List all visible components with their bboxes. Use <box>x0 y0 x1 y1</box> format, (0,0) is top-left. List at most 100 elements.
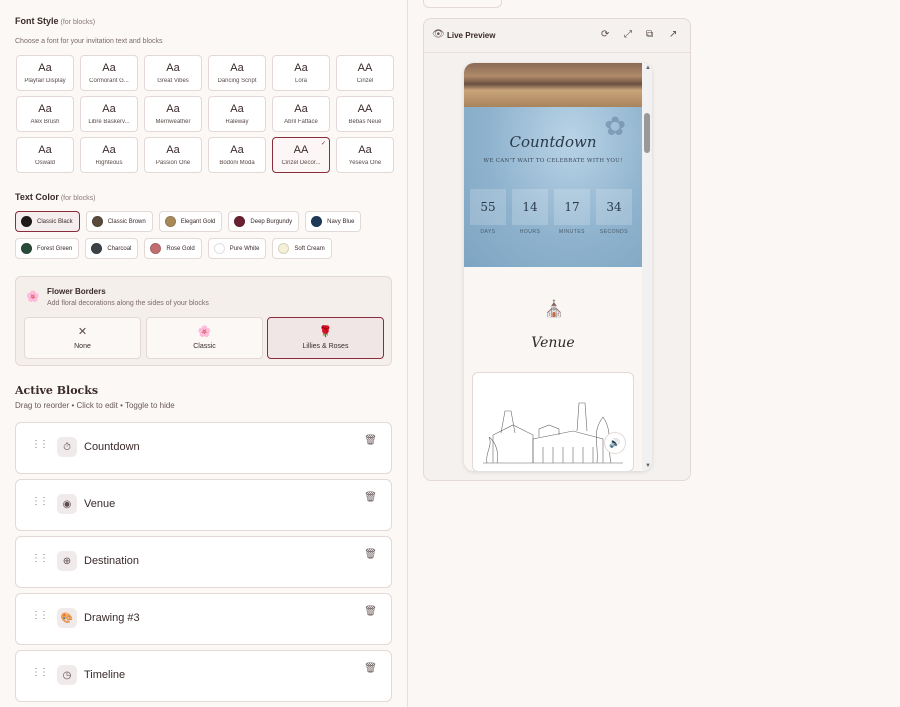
font-name: Bebas Neue <box>348 119 382 125</box>
active-block-card[interactable]: ⋮⋮ ◷ Timeline 🗑 <box>15 650 392 702</box>
countdown-label: DAYS <box>480 229 496 235</box>
drag-handle-icon[interactable]: ⋮⋮ <box>31 668 49 678</box>
flower-border-option[interactable]: 🌹 Lillies & Roses <box>267 317 384 359</box>
eye-icon: 👁 <box>432 29 445 40</box>
drag-handle-icon[interactable]: ⋮⋮ <box>31 554 49 564</box>
venue-sketch-image <box>472 372 634 471</box>
trash-icon[interactable]: 🗑 <box>364 549 377 560</box>
beach-header-image <box>464 63 642 107</box>
font-option-card[interactable]: Aa Righteous <box>80 137 138 173</box>
preview-scrollbar[interactable]: ▲ ▼ <box>642 63 652 471</box>
color-option-chip[interactable]: Elegant Gold <box>158 211 223 232</box>
font-sample: Aa <box>102 62 116 74</box>
phone-preview[interactable]: ✿ Countdown WE CAN'T WAIT TO CELEBRATE W… <box>464 63 652 471</box>
font-option-card[interactable]: Aa Bodoni Moda <box>208 137 266 173</box>
color-option-chip[interactable]: Classic Brown <box>85 211 153 232</box>
font-option-card[interactable]: AA Cinzel <box>336 55 394 91</box>
countdown-value: 17 <box>554 189 590 225</box>
countdown-value: 14 <box>512 189 548 225</box>
font-sample: Aa <box>102 103 116 115</box>
font-option-card[interactable]: Aa Great Vibes <box>144 55 202 91</box>
font-option-card[interactable]: Aa Passion One <box>144 137 202 173</box>
sound-toggle-button[interactable]: 🔊 <box>604 432 626 454</box>
trash-icon[interactable]: 🗑 <box>364 606 377 617</box>
trash-icon[interactable]: 🗑 <box>364 435 377 446</box>
active-block-card[interactable]: ⋮⋮ ⏱ Countdown 🗑 <box>15 422 392 474</box>
trash-icon[interactable]: 🗑 <box>364 492 377 503</box>
font-option-card[interactable]: Aa Lora <box>272 55 330 91</box>
flower-border-option[interactable]: ✕ None <box>24 317 141 359</box>
font-option-card[interactable]: Aa Cormorant G... <box>80 55 138 91</box>
color-option-chip[interactable]: Deep Burgundy <box>228 211 300 232</box>
color-name: Elegant Gold <box>180 218 216 225</box>
color-option-chip[interactable]: Charcoal <box>85 238 139 259</box>
scroll-down-icon[interactable]: ▼ <box>645 463 651 469</box>
color-name: Navy Blue <box>327 218 355 225</box>
color-option-chip[interactable]: Navy Blue <box>305 211 362 232</box>
top-toolbar-stub[interactable] <box>423 0 502 8</box>
color-swatch <box>91 216 103 227</box>
font-style-title: Font Style (for blocks) <box>15 16 96 26</box>
scroll-thumb[interactable] <box>644 113 650 153</box>
font-sample: Aa <box>230 103 244 115</box>
font-sample: Aa <box>38 103 52 115</box>
clock-icon: ◷ <box>57 665 77 685</box>
font-option-card[interactable]: Aa Libre Baskerv... <box>80 96 138 132</box>
font-option-card[interactable]: AA Cinzel Decor... ✓ <box>272 137 330 173</box>
font-name: Alex Brush <box>30 119 60 125</box>
countdown-subtitle: WE CAN'T WAIT TO CELEBRATE WITH YOU! <box>483 158 623 164</box>
settings-panel: Font Style (for blocks) Choose a font for… <box>0 0 408 707</box>
color-swatch <box>21 216 32 227</box>
color-swatch <box>21 243 32 254</box>
color-option-chip[interactable]: Forest Green <box>15 238 80 259</box>
color-swatch <box>311 216 323 227</box>
color-swatch <box>164 216 176 227</box>
font-name: Playfair Display <box>24 78 66 84</box>
external-link-icon[interactable]: ↗ <box>669 29 677 40</box>
text-color-title: Text Color (for blocks) <box>15 192 96 202</box>
expand-icon[interactable]: ⤢ <box>624 29 632 40</box>
font-option-card[interactable]: AA Bebas Neue <box>336 96 394 132</box>
drag-handle-icon[interactable]: ⋮⋮ <box>31 497 49 507</box>
block-name: Destination <box>84 555 140 567</box>
color-option-chip[interactable]: Soft Cream <box>272 238 332 259</box>
font-option-card[interactable]: Aa Yeseva One <box>336 137 394 173</box>
copy-icon[interactable]: ⧉ <box>646 29 653 40</box>
font-option-card[interactable]: Aa Abril Fatface <box>272 96 330 132</box>
countdown-label: SECONDS <box>599 229 629 235</box>
font-option-card[interactable]: Aa Playfair Display <box>16 55 74 91</box>
font-option-card[interactable]: Aa Raleway <box>208 96 266 132</box>
drag-handle-icon[interactable]: ⋮⋮ <box>31 440 49 450</box>
color-option-chip[interactable]: Classic Black <box>15 211 80 232</box>
font-name: Raleway <box>225 119 249 125</box>
active-block-card[interactable]: ⋮⋮ 🎨 Drawing #3 🗑 <box>15 593 392 645</box>
font-option-card[interactable]: Aa Oswald <box>16 137 74 173</box>
option-label: Classic <box>193 343 216 350</box>
font-sample: Aa <box>166 103 180 115</box>
trash-icon[interactable]: 🗑 <box>364 663 377 674</box>
countdown-section: ✿ Countdown WE CAN'T WAIT TO CELEBRATE W… <box>464 107 642 267</box>
drag-handle-icon[interactable]: ⋮⋮ <box>31 611 49 621</box>
flower-border-option[interactable]: 🌸 Classic <box>146 317 263 359</box>
font-option-card[interactable]: Aa Merriweather <box>144 96 202 132</box>
color-option-chip[interactable]: Pure White <box>207 238 267 259</box>
preview-header: 👁 Live Preview ⟳ ⤢ ⧉ ↗ <box>424 19 690 53</box>
scroll-up-icon[interactable]: ▲ <box>645 65 651 71</box>
font-sample: Aa <box>102 144 116 156</box>
font-sample: AA <box>357 103 373 115</box>
font-sample: Aa <box>294 103 308 115</box>
font-option-card[interactable]: Aa Dancing Script <box>208 55 266 91</box>
font-option-card[interactable]: Aa Alex Brush <box>16 96 74 132</box>
active-block-card[interactable]: ⋮⋮ ⊕ Destination 🗑 <box>15 536 392 588</box>
refresh-icon[interactable]: ⟳ <box>601 29 609 40</box>
color-option-chip[interactable]: Rose Gold <box>144 238 202 259</box>
flower-icon: 🌸 <box>26 291 40 303</box>
flower-borders-title: Flower Borders <box>47 287 106 296</box>
font-sample: Aa <box>294 62 308 74</box>
active-block-card[interactable]: ⋮⋮ ◉ Venue 🗑 <box>15 479 392 531</box>
color-swatch <box>278 243 290 254</box>
font-name: Great Vibes <box>157 78 189 84</box>
flower-borders-panel: 🌸 Flower Borders Add floral decorations … <box>15 276 392 366</box>
font-name: Merriweather <box>155 119 191 125</box>
timer-icon: ⏱ <box>57 437 77 457</box>
